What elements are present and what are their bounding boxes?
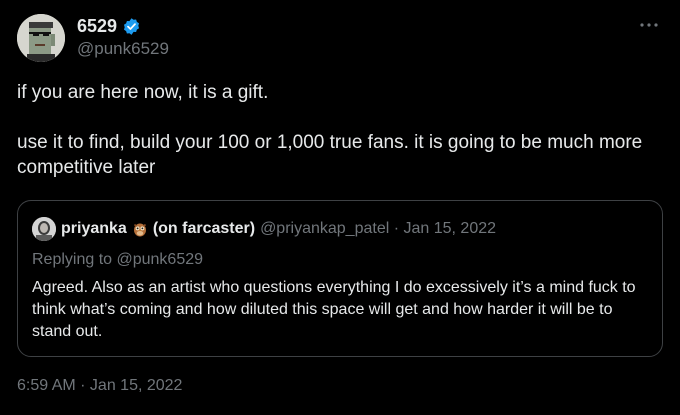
quote-author-avatar[interactable] [32, 217, 56, 241]
author-name-row: 6529 [77, 16, 141, 37]
ellipsis-icon [640, 23, 658, 27]
tweet-paragraph: use it to find, build your 100 or 1,000 … [17, 132, 643, 178]
quoted-tweet[interactable]: priyanka (on farcaster) @priyankap_patel… [17, 200, 663, 357]
author-handle[interactable]: @punk6529 [77, 39, 169, 59]
more-options-icon[interactable] [638, 14, 660, 36]
tweet-timestamp[interactable]: 6:59 AM · Jan 15, 2022 [17, 377, 182, 395]
pixel-punk-avatar-icon [17, 14, 65, 62]
tweet-card: 6529 @punk6529 if you are here now, it i… [0, 0, 680, 415]
owl-icon [133, 223, 146, 237]
tweet-text: if you are here now, it is a gift. use i… [17, 80, 663, 180]
author-name[interactable]: 6529 [77, 16, 117, 37]
quote-header: priyanka (on farcaster) @priyankap_patel… [32, 217, 496, 241]
author-avatar[interactable] [17, 14, 65, 62]
quote-handle-date[interactable]: @priyankap_patel · Jan 15, 2022 [260, 220, 496, 238]
tweet-paragraph: if you are here now, it is a gift. [17, 82, 269, 103]
verified-badge-icon [124, 18, 140, 35]
portrait-avatar-icon [32, 217, 56, 241]
quote-text: Agreed. Also as an artist who questions … [32, 279, 636, 340]
quote-author-name-suffix: (on farcaster) [152, 220, 256, 237]
quote-replying-to: Replying to @punk6529 [32, 251, 204, 268]
quote-author-name[interactable]: priyanka [61, 220, 127, 238]
